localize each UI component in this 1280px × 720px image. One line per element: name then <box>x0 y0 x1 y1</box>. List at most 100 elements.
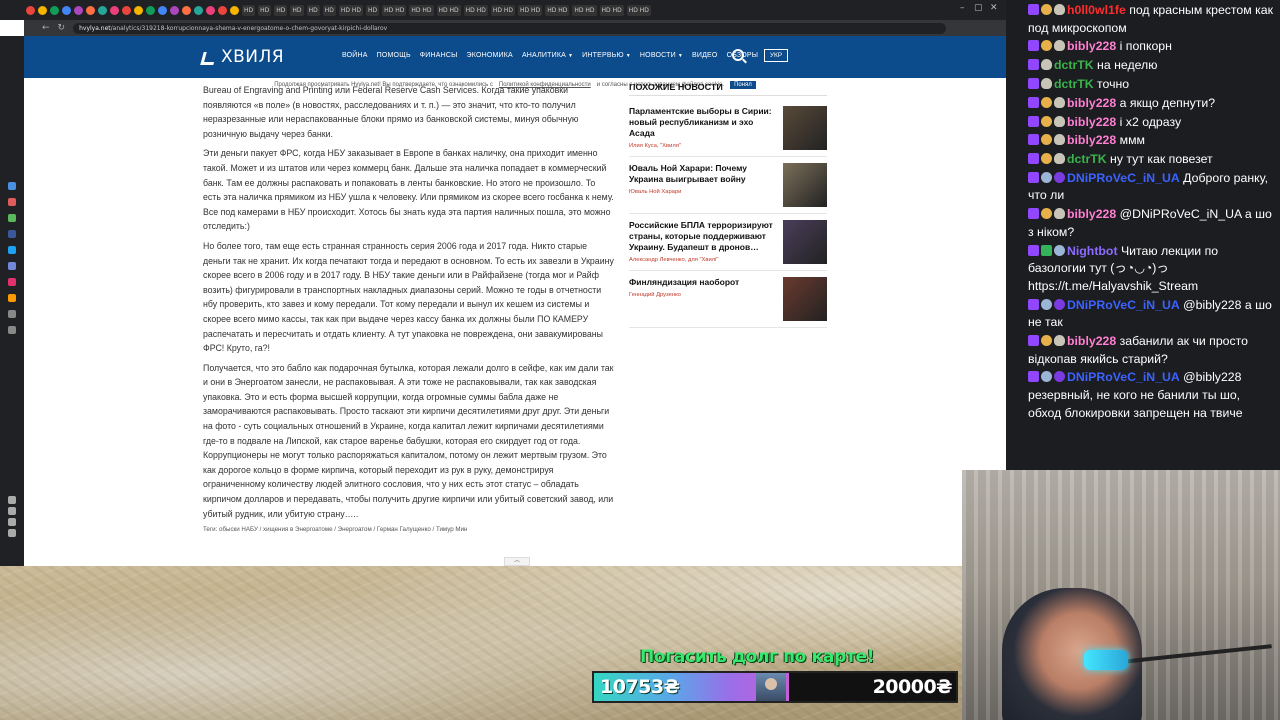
tab-favicon[interactable] <box>146 5 155 15</box>
news-title[interactable]: Юваль Ной Харари: Почему Украина выигрыв… <box>629 163 779 185</box>
nav-item[interactable]: ИНТЕРВЬЮ ▼ <box>582 52 631 59</box>
chat-username[interactable]: bibly228 <box>1067 207 1116 221</box>
related-news-item[interactable]: Финляндизация наоборот Геннадий Друзенко <box>629 271 827 328</box>
news-author[interactable]: Александр Левченко, для "Хвилі" <box>629 257 779 263</box>
tab-favicon[interactable] <box>206 5 215 15</box>
language-button[interactable]: УКР <box>764 49 788 62</box>
chat-username[interactable]: bibly228 <box>1067 96 1116 110</box>
extension-icon[interactable] <box>8 230 16 238</box>
tab-favicon[interactable] <box>74 5 83 15</box>
nav-item[interactable]: ВОЙНА <box>342 52 368 59</box>
news-thumbnail[interactable] <box>783 277 827 321</box>
tab-favicon[interactable] <box>122 5 131 15</box>
browser-tab[interactable]: HD HD <box>409 4 434 16</box>
tab-favicon[interactable] <box>110 5 119 15</box>
browser-tab[interactable]: HD HD <box>338 4 364 16</box>
news-title[interactable]: Финляндизация наоборот <box>629 277 779 288</box>
extension-icon[interactable] <box>8 262 16 270</box>
browser-tab[interactable]: HD <box>274 4 288 16</box>
extension-icon[interactable] <box>8 182 16 190</box>
news-title[interactable]: Российские БПЛА терроризируют страны, ко… <box>629 220 779 253</box>
news-author[interactable]: Илия Куса, "Хвиля" <box>629 143 779 149</box>
browser-tab[interactable]: HD <box>366 4 380 16</box>
tab-favicon[interactable] <box>38 5 47 15</box>
nav-item[interactable]: НОВОСТИ ▼ <box>640 52 683 59</box>
tab-favicon[interactable] <box>134 5 143 15</box>
news-author[interactable]: Юваль Ной Харари <box>629 189 779 195</box>
news-thumbnail[interactable] <box>783 163 827 207</box>
chat-username[interactable]: bibly228 <box>1067 115 1116 129</box>
browser-tab[interactable]: HD HD <box>599 4 624 16</box>
extension-icon[interactable] <box>8 294 16 302</box>
chat-username[interactable]: Nightbot <box>1067 244 1118 258</box>
browser-tab[interactable]: HD HD <box>382 4 407 16</box>
tab-favicon[interactable] <box>170 5 179 15</box>
tab-favicon[interactable] <box>194 5 203 15</box>
browser-tab[interactable]: HD <box>290 4 304 16</box>
reload-icon[interactable]: ↻ <box>58 23 66 33</box>
nav-item[interactable]: ПОМОЩЬ <box>377 52 411 59</box>
nav-item[interactable]: ЭКОНОМИКА <box>467 52 513 59</box>
extension-icon[interactable] <box>8 246 16 254</box>
browser-tab[interactable]: HD HD <box>572 4 597 16</box>
news-thumbnail[interactable] <box>783 106 827 150</box>
browser-tab[interactable]: HD HD <box>545 4 570 16</box>
tab-favicon[interactable] <box>230 5 239 15</box>
tab-favicon[interactable] <box>62 5 71 15</box>
chat-username[interactable]: bibly228 <box>1067 39 1116 53</box>
nav-item[interactable]: ВИДЕО <box>692 52 718 59</box>
minimize-icon[interactable]: – <box>960 3 965 13</box>
extension-icon[interactable] <box>8 278 16 286</box>
tab-favicon[interactable] <box>218 5 227 15</box>
browser-tab-strip[interactable]: HD HD HD HD HD HD HD HD HD HD HD HD HD HD HD HD HD H… <box>0 0 1006 20</box>
browser-tab[interactable]: HD HD <box>490 4 516 16</box>
browser-tab[interactable]: HD HD <box>518 4 543 16</box>
tab-favicon[interactable] <box>158 5 167 15</box>
chat-username[interactable]: dctrTK <box>1067 152 1107 166</box>
browser-tab[interactable]: HD <box>242 4 256 16</box>
close-icon[interactable]: ✕ <box>990 3 998 13</box>
nav-item[interactable]: ФИНАНСЫ <box>420 52 458 59</box>
extension-icon[interactable] <box>8 310 16 318</box>
browser-tab[interactable]: HD HD <box>626 4 651 16</box>
extension-icon[interactable] <box>8 496 16 504</box>
browser-tab[interactable]: HD <box>306 4 320 16</box>
url-field[interactable]: hvylya.net/analytics/319218-korrupcionna… <box>73 22 946 34</box>
extension-icon[interactable] <box>8 507 16 515</box>
chat-username[interactable]: bibly228 <box>1067 133 1116 147</box>
chat-username[interactable]: dctrTK <box>1054 58 1094 72</box>
chat-username[interactable]: dctrTK <box>1054 77 1094 91</box>
tab-favicon[interactable] <box>86 5 95 15</box>
maximize-icon[interactable]: ▢ <box>974 3 983 13</box>
scroll-up-button[interactable]: ︿ <box>504 557 530 566</box>
site-logo[interactable]: ХВИЛЯ <box>202 47 284 67</box>
browser-tab[interactable]: HD HD <box>436 4 461 16</box>
tab-favicon[interactable] <box>50 5 59 15</box>
extension-icon[interactable] <box>8 326 16 334</box>
chat-username[interactable]: DNiPRoVeC_iN_UA <box>1067 370 1180 384</box>
extension-icon[interactable] <box>8 529 16 537</box>
chat-username[interactable]: DNiPRoVeC_iN_UA <box>1067 298 1180 312</box>
chat-username[interactable]: bibly228 <box>1067 334 1116 348</box>
back-icon[interactable]: ← <box>42 23 50 33</box>
related-news-item[interactable]: Парламентские выборы в Сирии: новый респ… <box>629 96 827 157</box>
browser-tab[interactable]: HD HD <box>463 4 488 16</box>
extension-icon[interactable] <box>8 198 16 206</box>
tab-favicon[interactable] <box>98 5 107 15</box>
tab-favicon[interactable] <box>26 5 35 15</box>
extension-icon[interactable] <box>8 214 16 222</box>
news-title[interactable]: Парламентские выборы в Сирии: новый респ… <box>629 106 779 139</box>
extension-icon[interactable] <box>8 518 16 526</box>
search-icon[interactable] <box>732 49 744 61</box>
tab-favicon[interactable] <box>182 5 191 15</box>
news-thumbnail[interactable] <box>783 220 827 264</box>
related-news-item[interactable]: Российские БПЛА терроризируют страны, ко… <box>629 214 827 271</box>
article-tags[interactable]: Теги: обыски НАБУ / хищения в Энергоатом… <box>203 526 615 533</box>
nav-item[interactable]: АНАЛИТИКА ▼ <box>522 52 573 59</box>
news-author[interactable]: Геннадий Друзенко <box>629 292 779 298</box>
chat-username[interactable]: h0ll0wl1fe <box>1067 3 1126 17</box>
chat-username[interactable]: DNiPRoVeC_iN_UA <box>1067 171 1180 185</box>
browser-tab[interactable]: HD <box>258 4 272 16</box>
related-news-item[interactable]: Юваль Ной Харари: Почему Украина выигрыв… <box>629 157 827 214</box>
browser-tab[interactable]: HD <box>322 4 336 16</box>
